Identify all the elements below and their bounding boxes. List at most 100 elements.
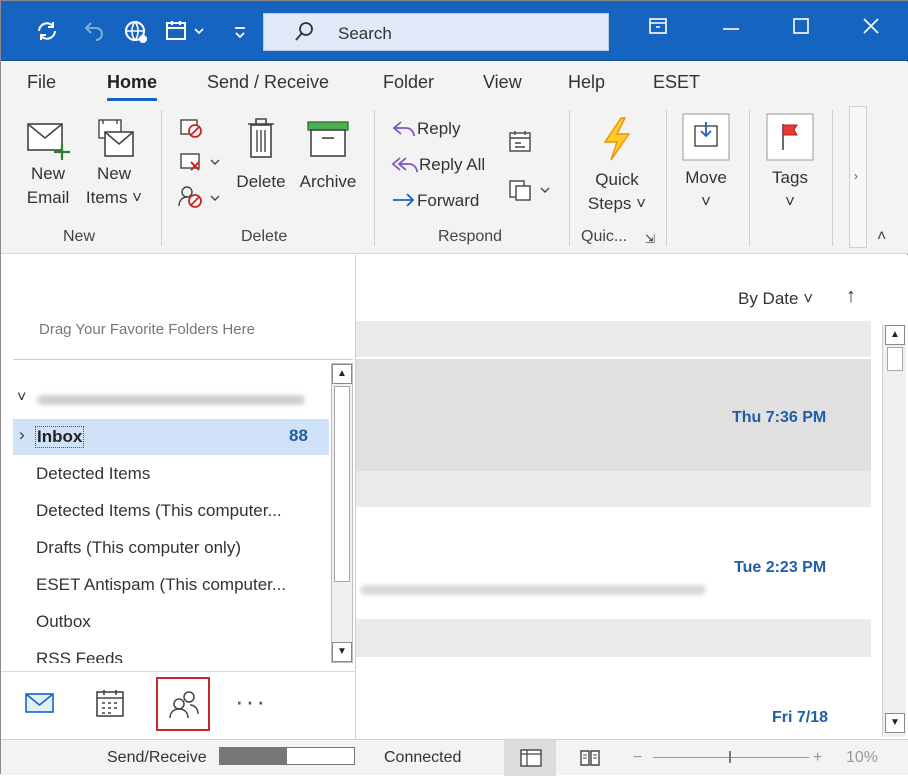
- more-icon[interactable]: ···: [235, 686, 267, 717]
- reply-all-button[interactable]: Reply All: [391, 154, 485, 175]
- new-email-button[interactable]: New Email: [21, 118, 75, 210]
- sort-label: By Date: [738, 289, 799, 308]
- sync-icon[interactable]: [35, 19, 59, 48]
- group-new-label: New: [63, 228, 96, 245]
- move-button[interactable]: Move ˅: [679, 112, 733, 214]
- folder-row-inbox[interactable]: › Inbox 88: [13, 419, 329, 455]
- tab-eset[interactable]: ESET: [653, 72, 700, 93]
- folder-drafts[interactable]: Drafts (This computer only): [36, 538, 241, 558]
- reply-button[interactable]: Reply: [391, 118, 460, 139]
- zoom-out-icon[interactable]: −: [633, 749, 642, 767]
- ribbon-separator: [161, 110, 162, 246]
- archive-button[interactable]: Archive: [295, 116, 361, 194]
- folder-eset-antispam[interactable]: ESET Antispam (This computer...: [36, 575, 286, 595]
- undo-icon[interactable]: [83, 19, 105, 48]
- trash-icon: [248, 118, 274, 158]
- favorites-hint: Drag Your Favorite Folders Here: [39, 321, 255, 338]
- zoom-in-icon[interactable]: +: [813, 749, 822, 767]
- lightning-icon: [603, 117, 631, 161]
- folder-scrollbar[interactable]: ▲ ▼: [331, 363, 353, 663]
- group-header[interactable]: [356, 471, 871, 507]
- ignore-icon[interactable]: [177, 116, 205, 145]
- mail-icon[interactable]: [25, 692, 55, 719]
- quick-steps-label-1: Quick: [595, 170, 639, 189]
- folder-detected-items[interactable]: Detected Items: [36, 464, 150, 484]
- maximize-icon[interactable]: [791, 15, 811, 43]
- folder-outbox[interactable]: Outbox: [36, 612, 91, 632]
- normal-view-icon: [520, 748, 542, 773]
- meeting-icon[interactable]: [507, 128, 535, 161]
- scroll-down-button[interactable]: ▼: [332, 642, 352, 662]
- zoom-slider-thumb[interactable]: [729, 751, 731, 763]
- group-header[interactable]: [356, 619, 871, 657]
- message-item[interactable]: Thu 7:36 PM: [356, 359, 871, 471]
- tab-view[interactable]: View: [483, 72, 522, 93]
- dialog-launcher-icon[interactable]: ⇲: [645, 232, 655, 246]
- divider: [13, 359, 353, 360]
- archive-icon: [307, 121, 349, 157]
- normal-view-button[interactable]: [504, 740, 556, 776]
- people-icon[interactable]: [167, 689, 201, 726]
- zoom-slider[interactable]: [653, 757, 809, 758]
- collapse-ribbon-icon[interactable]: ˄: [877, 228, 886, 246]
- tags-label: Tags: [772, 168, 808, 187]
- calendar-icon[interactable]: [95, 688, 125, 723]
- scroll-down-button[interactable]: ▼: [885, 713, 905, 733]
- scroll-up-button[interactable]: ▲: [332, 364, 352, 384]
- ribbon-scroll-right-button[interactable]: ›: [849, 106, 867, 248]
- folder-rss-feeds[interactable]: RSS Feeds: [36, 649, 123, 663]
- sort-by-date[interactable]: By Date ˅: [738, 289, 813, 309]
- calendar-dropdown-icon[interactable]: [165, 19, 205, 48]
- window-mode-icon[interactable]: [647, 15, 669, 43]
- tags-button[interactable]: Tags ˅: [763, 112, 817, 214]
- message-list-scrollbar[interactable]: ▲ ▼: [882, 325, 906, 737]
- junk-icon[interactable]: [177, 184, 223, 215]
- account-name-blurred[interactable]: [37, 395, 305, 405]
- tab-send-receive[interactable]: Send / Receive: [207, 72, 329, 93]
- progress-fill: [220, 748, 287, 764]
- chevron-down-icon: ˅: [701, 192, 711, 211]
- globe-icon[interactable]: [123, 19, 149, 50]
- reply-label: Reply: [417, 119, 461, 138]
- group-header[interactable]: [356, 321, 871, 357]
- clean-up-icon[interactable]: [177, 150, 223, 179]
- chevron-down-icon[interactable]: ˅: [17, 389, 26, 407]
- scroll-thumb[interactable]: [887, 347, 903, 371]
- quick-steps-button[interactable]: Quick Steps ˅: [581, 116, 653, 216]
- message-item[interactable]: Fri 7/18: [356, 657, 871, 737]
- sort-direction-icon[interactable]: ↑: [846, 285, 856, 308]
- message-date: Tue 2:23 PM: [734, 559, 827, 576]
- zoom-level: 10%: [846, 749, 879, 766]
- new-email-label-2: Email: [26, 188, 70, 207]
- customize-icon[interactable]: [233, 19, 247, 48]
- tab-folder[interactable]: Folder: [383, 72, 434, 93]
- people-highlight[interactable]: [156, 677, 210, 731]
- new-items-label-2: Items: [85, 188, 128, 207]
- minimize-icon[interactable]: [721, 15, 741, 43]
- message-item[interactable]: Tue 2:23 PM: [356, 507, 871, 619]
- tab-home[interactable]: Home: [107, 72, 158, 101]
- tab-help[interactable]: Help: [568, 72, 605, 93]
- new-items-button[interactable]: New Items ˅: [81, 118, 147, 210]
- new-items-label-1: New: [96, 164, 131, 183]
- reading-view-icon[interactable]: [579, 748, 601, 773]
- scroll-up-button[interactable]: ▲: [885, 325, 905, 345]
- scroll-thumb[interactable]: [334, 386, 350, 582]
- group-delete-label: Delete: [241, 228, 288, 245]
- ribbon-separator: [832, 110, 833, 246]
- chevron-right-icon: ›: [854, 169, 858, 183]
- delete-label: Delete: [236, 172, 286, 191]
- more-respond-icon[interactable]: [507, 176, 553, 209]
- tab-file[interactable]: File: [27, 72, 56, 93]
- folder-detected-items-local[interactable]: Detected Items (This computer...: [36, 501, 282, 521]
- search-box[interactable]: Search: [263, 13, 609, 51]
- reply-all-label: Reply All: [419, 155, 486, 174]
- unread-count: 88: [289, 426, 308, 445]
- close-icon[interactable]: [861, 15, 881, 43]
- reply-icon: [392, 121, 415, 137]
- ribbon-separator: [374, 110, 375, 246]
- delete-button[interactable]: Delete: [233, 116, 289, 194]
- ribbon-separator: [666, 110, 667, 246]
- chevron-right-icon: ›: [19, 425, 25, 444]
- forward-button[interactable]: Forward: [391, 190, 479, 211]
